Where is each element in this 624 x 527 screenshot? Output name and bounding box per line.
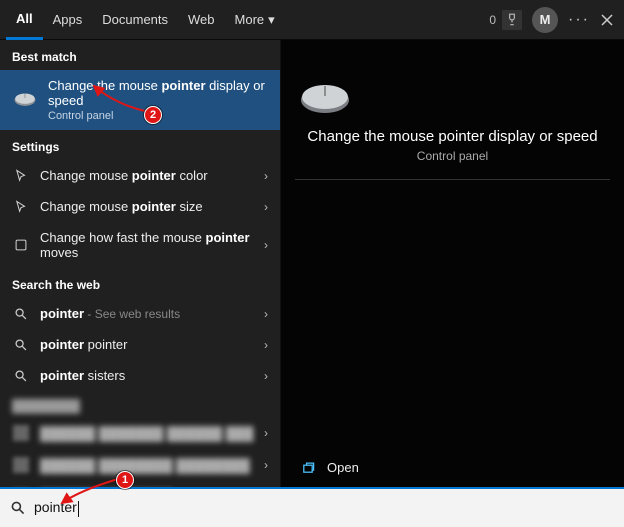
redacted-item[interactable]: ██████ ███████ ██████ ███ › xyxy=(0,417,280,449)
redacted-label: ████████ xyxy=(0,391,280,417)
result-label: Change how fast the mouse pointer moves xyxy=(40,230,254,260)
close-button[interactable] xyxy=(600,13,614,27)
result-label: Change mouse pointer color xyxy=(40,168,254,183)
web-item-pointer-pointer[interactable]: pointer pointer › xyxy=(0,329,280,360)
chevron-right-icon: › xyxy=(264,369,268,383)
settings-item-pointer-speed[interactable]: Change how fast the mouse pointer moves … xyxy=(0,222,280,268)
more-options-button[interactable]: ··· xyxy=(568,11,590,29)
open-label: Open xyxy=(327,460,359,475)
settings-label: Settings xyxy=(0,130,280,160)
web-item-pointer[interactable]: pointer - See web results › xyxy=(0,298,280,329)
rewards-score: 0 xyxy=(489,13,496,27)
chevron-right-icon: › xyxy=(264,338,268,352)
result-label: pointer - See web results xyxy=(40,306,254,321)
web-label: Search the web xyxy=(0,268,280,298)
chevron-right-icon: › xyxy=(264,307,268,321)
chevron-right-icon: › xyxy=(264,169,268,183)
result-label: pointer sisters xyxy=(40,368,254,383)
preview-title: Change the mouse pointer display or spee… xyxy=(295,128,610,145)
tab-apps[interactable]: Apps xyxy=(43,0,93,40)
search-icon xyxy=(12,307,30,321)
cursor-icon xyxy=(12,169,30,183)
search-window: All Apps Documents Web More ▾ 0 M ··· Be… xyxy=(0,0,624,527)
best-match-title: Change the mouse pointer display or spee… xyxy=(48,78,268,108)
chevron-down-icon: ▾ xyxy=(268,12,275,28)
result-label: Change mouse pointer size xyxy=(40,199,254,214)
tab-more[interactable]: More ▾ xyxy=(225,0,285,40)
chevron-right-icon: › xyxy=(264,238,268,252)
search-icon xyxy=(12,338,30,352)
user-avatar[interactable]: M xyxy=(532,7,558,33)
result-label: pointer pointer xyxy=(40,337,254,352)
preview-pane: Change the mouse pointer display or spee… xyxy=(280,40,624,487)
settings-item-pointer-color[interactable]: Change mouse pointer color › xyxy=(0,160,280,191)
chevron-right-icon: › xyxy=(264,426,268,440)
search-bar[interactable]: pointer 1 xyxy=(0,487,624,527)
cursor-icon xyxy=(12,200,30,214)
tab-all[interactable]: All xyxy=(6,0,43,40)
tab-more-label: More xyxy=(235,12,265,27)
best-match-result[interactable]: Change the mouse pointer display or spee… xyxy=(0,70,280,130)
tab-documents[interactable]: Documents xyxy=(92,0,178,40)
results-pane: Best match Change the mouse pointer disp… xyxy=(0,40,280,487)
rewards-icon[interactable] xyxy=(502,10,522,30)
mouse-large-icon xyxy=(295,78,610,118)
open-action[interactable]: Open xyxy=(281,448,624,487)
tab-web[interactable]: Web xyxy=(178,0,225,40)
redacted-item[interactable]: ██████ ████████ ████████ › xyxy=(0,449,280,481)
redacted-rows: ██████ ███████ ██████ ███ › ██████ █████… xyxy=(0,417,280,487)
tabs-bar: All Apps Documents Web More ▾ 0 M ··· xyxy=(0,0,624,40)
search-input[interactable]: pointer xyxy=(34,499,79,516)
open-icon xyxy=(301,461,317,475)
annotation-badge-2: 2 xyxy=(144,106,162,124)
annotation-badge-1: 1 xyxy=(116,471,134,489)
divider xyxy=(295,179,610,180)
preview-subtitle: Control panel xyxy=(295,149,610,163)
web-item-pointer-sisters[interactable]: pointer sisters › xyxy=(0,360,280,391)
best-match-label: Best match xyxy=(0,40,280,70)
search-icon xyxy=(12,369,30,383)
settings-item-pointer-size[interactable]: Change mouse pointer size › xyxy=(0,191,280,222)
box-icon xyxy=(12,238,30,252)
chevron-right-icon: › xyxy=(264,458,268,472)
mouse-icon xyxy=(12,87,38,113)
search-icon xyxy=(10,500,26,516)
chevron-right-icon: › xyxy=(264,200,268,214)
